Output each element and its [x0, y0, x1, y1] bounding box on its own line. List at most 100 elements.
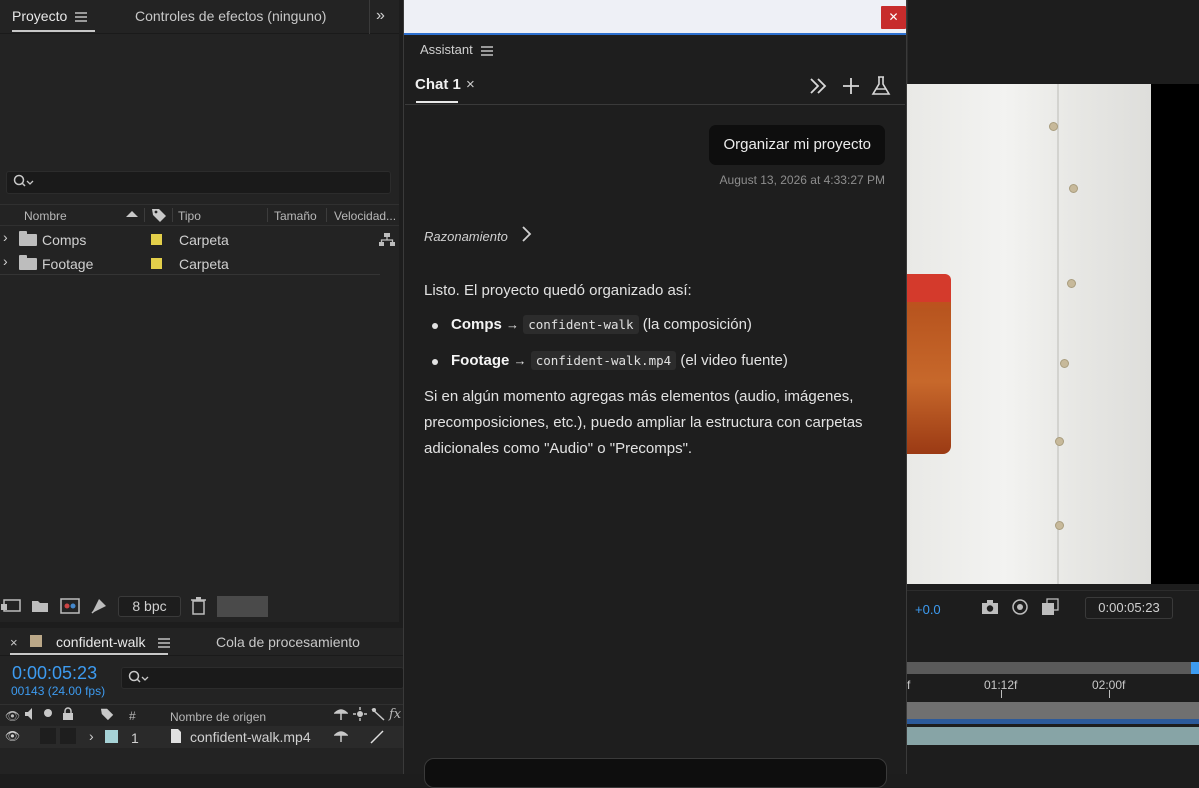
menu-icon[interactable] [158, 638, 170, 648]
project-column-header: Nombre Tipo Tamaño Velocidad... [0, 204, 399, 226]
file-icon [170, 728, 182, 744]
col-index: # [129, 709, 136, 723]
viewer-controls: +0.0 0:00:05:23 [907, 590, 1199, 624]
layer-column-header: 👁 # Nombre de origen fx [0, 704, 404, 726]
project-bit-depth-button[interactable]: 8 bpc [118, 596, 181, 617]
divider [405, 104, 905, 105]
shy-icon[interactable] [334, 729, 348, 743]
trash-icon[interactable] [191, 597, 206, 615]
shirt-button [1067, 279, 1076, 288]
layer-duration-bar[interactable] [907, 702, 1199, 724]
shirt-button [1055, 521, 1064, 530]
new-chat-plus-icon[interactable] [841, 76, 861, 96]
snapshot-camera-icon[interactable] [981, 599, 999, 615]
snack-jar-lid [907, 274, 951, 302]
tab-project[interactable]: Proyecto [12, 8, 96, 32]
sort-ascending-icon[interactable] [124, 207, 140, 221]
time-ruler-bar[interactable] [907, 662, 1199, 674]
region-of-interest-icon[interactable] [1041, 598, 1059, 616]
lock-icon[interactable] [62, 707, 74, 721]
overflow-chevrons-icon[interactable]: » [376, 7, 385, 25]
eye-icon[interactable]: 👁 [5, 729, 20, 743]
label-color-swatch[interactable] [105, 730, 118, 743]
double-chevron-icon[interactable] [808, 76, 828, 96]
layer-row[interactable]: 👁 › 1 confident-walk.mp4 [0, 726, 404, 748]
column-separator[interactable] [172, 208, 173, 222]
close-chat-tab-icon[interactable]: × [466, 76, 475, 93]
tab-comp[interactable]: confident-walk [56, 634, 146, 650]
fx-icon[interactable]: fx [389, 707, 401, 722]
current-time[interactable]: 0:00:05:23 [12, 663, 97, 684]
shirt-button [1060, 359, 1069, 368]
column-separator[interactable] [267, 208, 268, 222]
chevron-right-icon[interactable] [520, 224, 532, 244]
flowchart-icon[interactable] [378, 232, 396, 248]
tab-chat-1[interactable]: Chat 1 [415, 76, 461, 93]
frame-count: 00143 (24.00 fps) [11, 684, 106, 698]
work-area-end-handle[interactable] [1191, 662, 1199, 674]
shy-icon[interactable] [334, 707, 348, 721]
column-separator[interactable] [326, 208, 327, 222]
lock-switch[interactable] [60, 728, 76, 744]
close-tab-icon[interactable]: × [10, 635, 18, 650]
video-frame[interactable] [907, 84, 1151, 584]
solo-icon[interactable] [44, 709, 52, 717]
eye-icon[interactable]: 👁 [5, 709, 20, 723]
item-description: (la composición) [642, 316, 752, 333]
label-tag-icon[interactable] [151, 207, 168, 223]
expand-chevron-icon[interactable]: › [3, 229, 8, 245]
layer-clip-bar[interactable] [907, 727, 1199, 745]
frame-letterbox [1151, 84, 1199, 584]
project-row-comps[interactable]: › Comps Carpeta [0, 228, 380, 251]
viewer-header [907, 0, 1199, 84]
col-type[interactable]: Tipo [178, 209, 201, 223]
exposure-value[interactable]: +0.0 [915, 602, 941, 617]
project-row-footage[interactable]: › Footage Carpeta [0, 252, 380, 275]
quality-switch-icon[interactable] [370, 730, 384, 744]
label-tag-icon[interactable] [100, 707, 115, 721]
timeline-panel: × confident-walk Cola de procesamiento 0… [0, 628, 404, 774]
new-composition-icon[interactable] [60, 597, 80, 615]
collapse-icon[interactable] [353, 707, 367, 721]
render-queue-icon[interactable] [90, 597, 108, 615]
shirt-button [1049, 122, 1058, 131]
project-search-input[interactable] [6, 171, 391, 194]
item-type: Carpeta [179, 232, 229, 248]
thumbnail-placeholder [217, 596, 268, 617]
menu-icon[interactable] [75, 12, 88, 23]
layer-name[interactable]: confident-walk.mp4 [190, 729, 311, 745]
label-color-swatch[interactable] [151, 258, 162, 269]
arrow-icon: → [506, 317, 520, 332]
active-tab-indicator [12, 30, 96, 32]
expand-chevron-icon[interactable]: › [89, 728, 94, 744]
timeline-search-input[interactable] [121, 667, 404, 689]
assistant-title-label: Assistant [420, 42, 473, 57]
window-titlebar[interactable]: ✕ [404, 0, 906, 35]
col-speed[interactable]: Velocidad... [334, 209, 396, 223]
expand-chevron-icon[interactable]: › [3, 253, 8, 269]
col-size[interactable]: Tamaño [274, 209, 317, 223]
solo-switch[interactable] [40, 728, 56, 744]
quality-icon[interactable] [371, 707, 385, 721]
item-name: Footage [42, 256, 94, 272]
speaker-icon[interactable] [24, 707, 38, 721]
label-color-swatch[interactable] [151, 234, 162, 245]
tab-render-queue[interactable]: Cola de procesamiento [216, 634, 360, 650]
tab-effect-controls[interactable]: Controles de efectos (ninguno) [135, 8, 326, 24]
project-panel: Proyecto Controles de efectos (ninguno) … [0, 0, 399, 622]
show-snapshot-icon[interactable] [1010, 598, 1030, 616]
arrow-icon: → [513, 353, 527, 368]
reasoning-toggle[interactable]: Razonamiento [424, 229, 508, 244]
col-source-name[interactable]: Nombre de origen [170, 710, 266, 724]
new-folder-icon[interactable] [31, 598, 49, 614]
menu-icon[interactable] [480, 45, 493, 56]
close-window-button[interactable]: ✕ [881, 6, 906, 29]
interpret-footage-icon[interactable] [0, 598, 22, 614]
shirt-button [1055, 437, 1064, 446]
col-name[interactable]: Nombre [24, 209, 67, 223]
list-item: Footage → confident-walk.mp4 (el video f… [432, 348, 886, 374]
column-separator[interactable] [144, 208, 145, 222]
beaker-icon[interactable] [871, 75, 891, 97]
chat-input[interactable] [424, 758, 887, 788]
viewer-timecode[interactable]: 0:00:05:23 [1085, 597, 1173, 619]
